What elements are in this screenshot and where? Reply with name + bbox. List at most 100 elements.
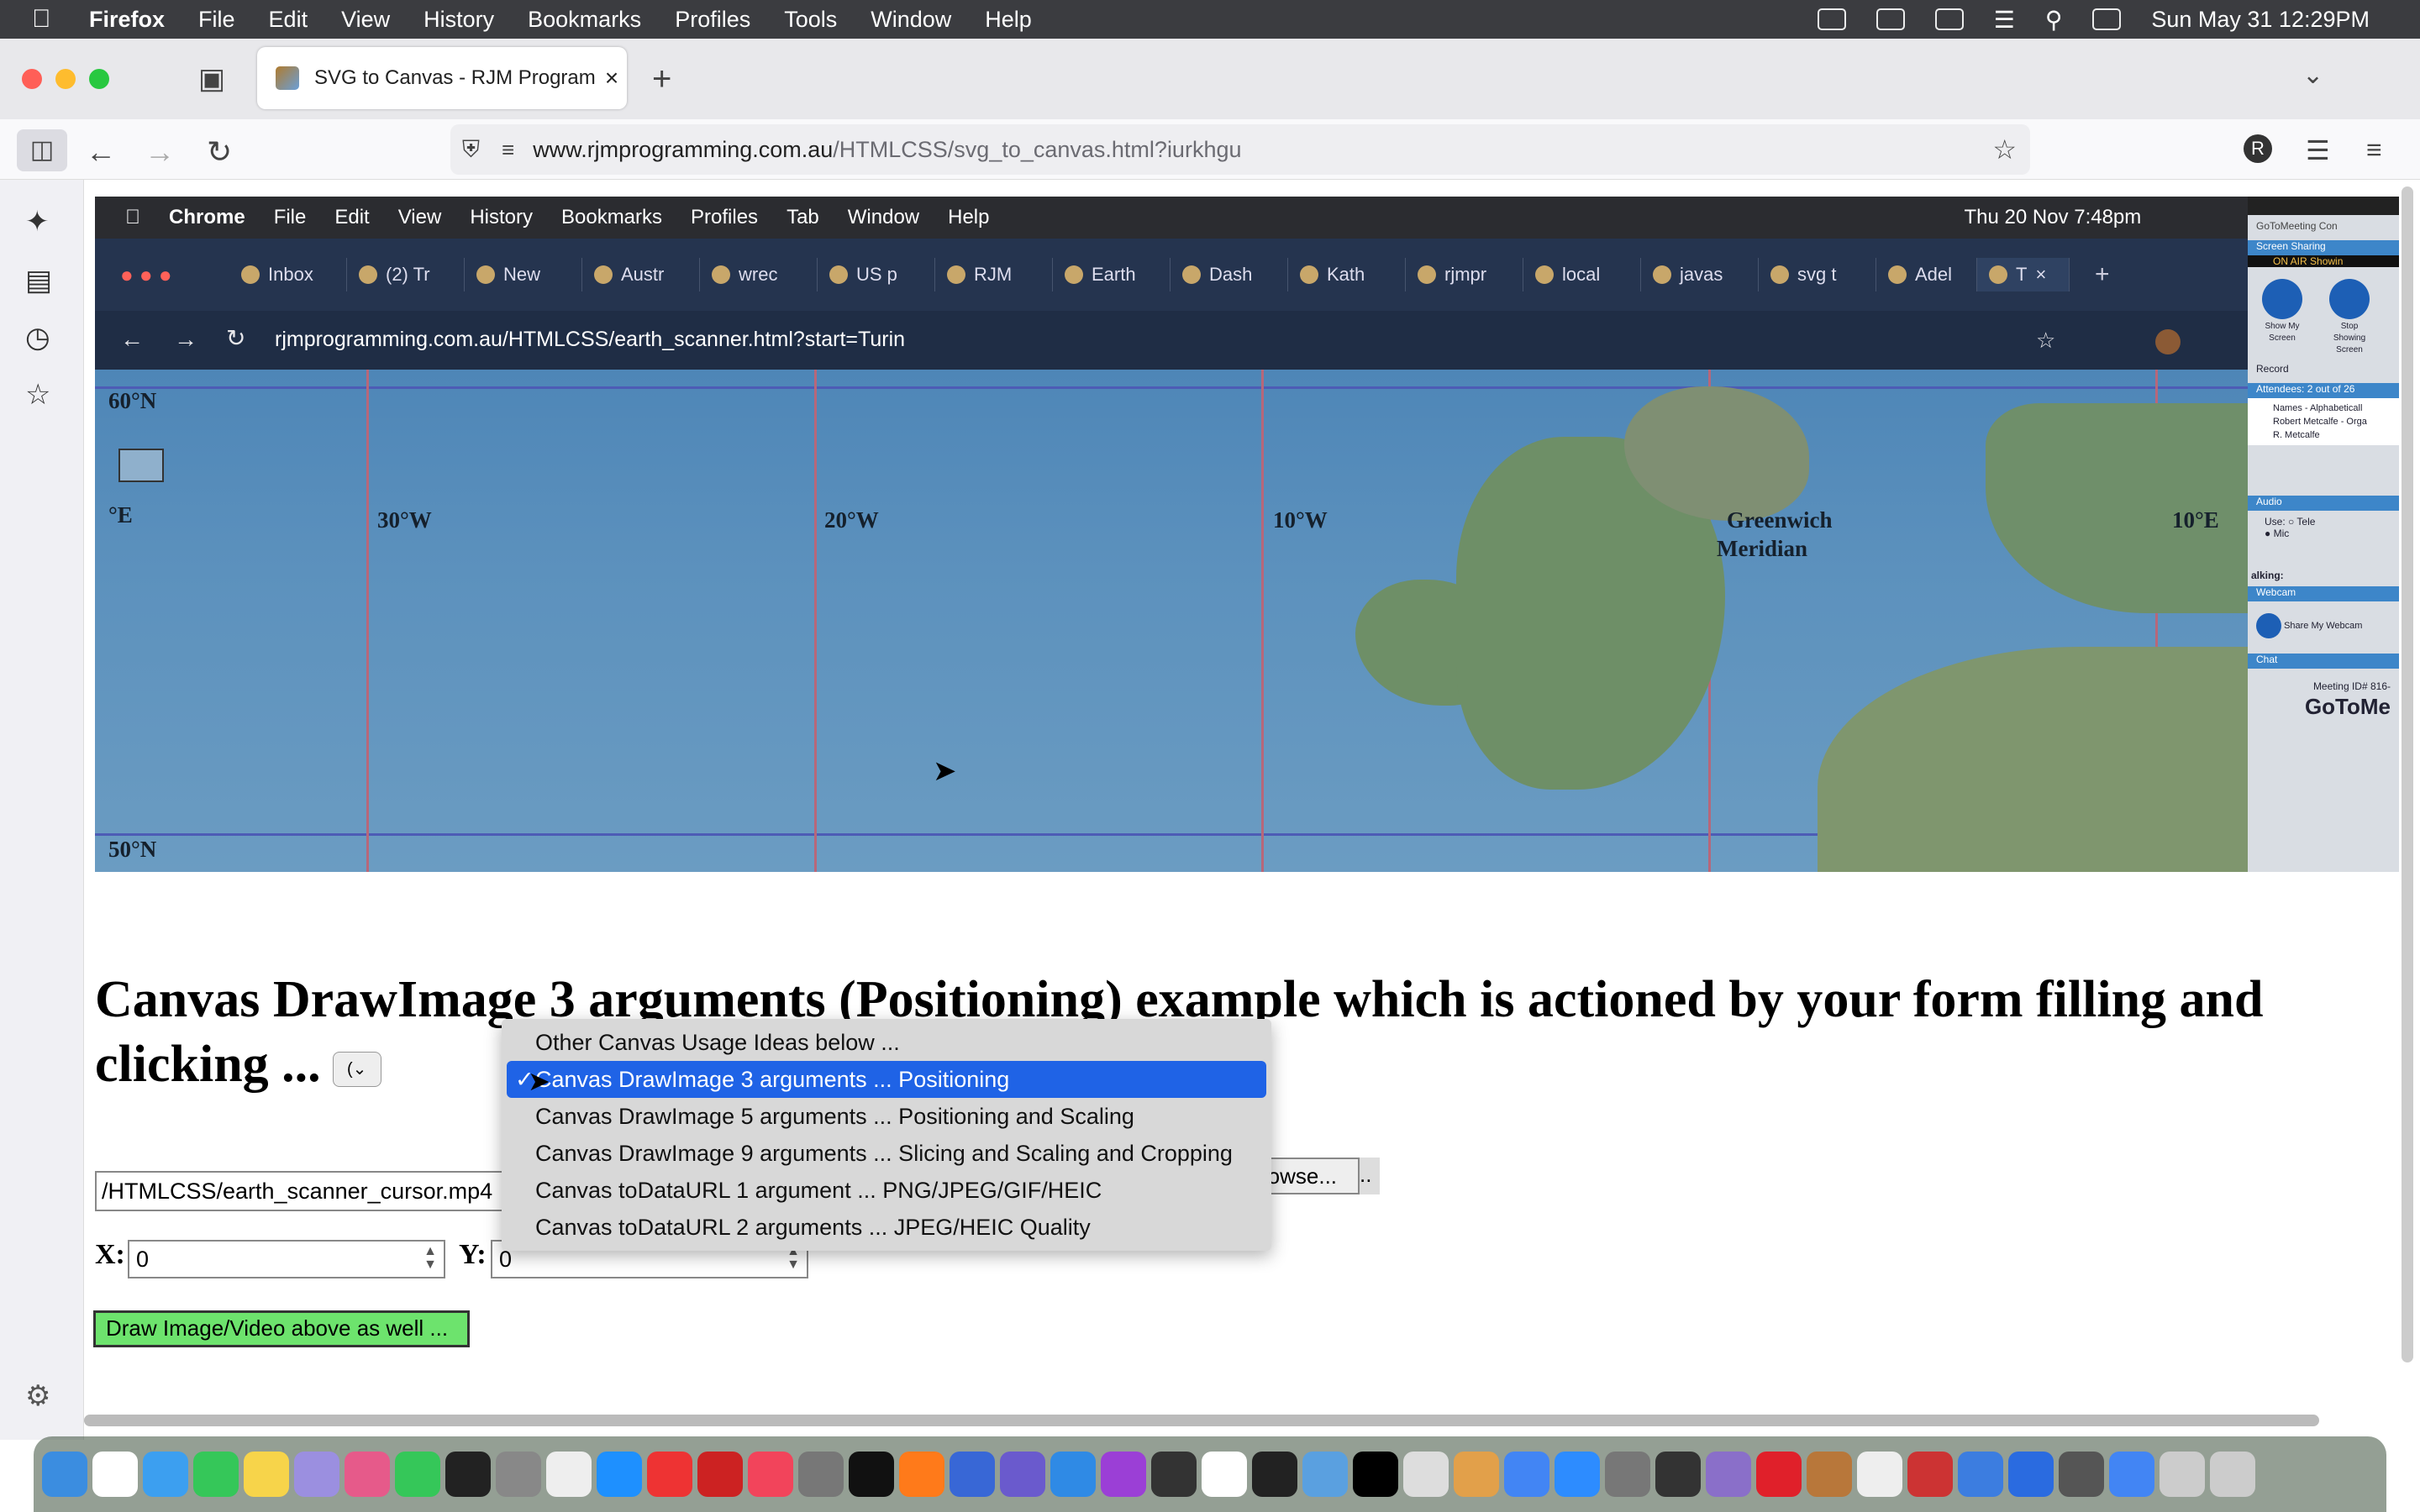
safari-icon[interactable]: [1050, 1452, 1096, 1497]
downloads-stack-icon[interactable]: [2160, 1452, 2205, 1497]
spotlight-search-icon[interactable]: ⚲: [2045, 6, 2063, 34]
profile-avatar[interactable]: R: [2244, 134, 2272, 163]
notes-icon[interactable]: [244, 1452, 289, 1497]
firefox-icon[interactable]: [899, 1452, 944, 1497]
vpn-icon[interactable]: [950, 1452, 995, 1497]
chrome-2-icon[interactable]: [2109, 1452, 2154, 1497]
menu-profiles[interactable]: Profiles: [675, 7, 750, 33]
freeform-icon[interactable]: [345, 1452, 390, 1497]
url-text[interactable]: www.rjmprogramming.com.au/HTMLCSS/svg_to…: [533, 137, 1241, 163]
menubar-clock[interactable]: Sun May 31 12:29PM: [2151, 7, 2370, 33]
chrome-icon[interactable]: [1504, 1452, 1549, 1497]
synced-tabs-icon[interactable]: ▤: [25, 264, 52, 297]
gimp-icon[interactable]: [798, 1452, 844, 1497]
intellij-icon[interactable]: [1353, 1452, 1398, 1497]
terminal-2-icon[interactable]: [1252, 1452, 1297, 1497]
reload-icon[interactable]: ↻: [207, 134, 232, 170]
zoom-window-button[interactable]: [89, 69, 109, 89]
reminders-icon[interactable]: [92, 1452, 138, 1497]
tab-overview-icon[interactable]: ▣: [198, 62, 225, 96]
battery-icon[interactable]: [1934, 8, 1964, 30]
more-button[interactable]: ..: [1360, 1158, 1380, 1194]
mode-select[interactable]: (⌄: [332, 1051, 381, 1087]
trash-icon[interactable]: [2210, 1452, 2255, 1497]
app-menu[interactable]: Firefox: [89, 7, 165, 33]
menu-bookmarks[interactable]: Bookmarks: [528, 7, 641, 33]
terminal-icon[interactable]: [445, 1452, 491, 1497]
news-icon[interactable]: [647, 1452, 692, 1497]
app-store-icon[interactable]: [597, 1452, 642, 1497]
tracking-protection-shield-icon[interactable]: ⛨: [462, 136, 480, 164]
dropdown-option-selected[interactable]: ✓ Canvas DrawImage 3 arguments ... Positi…: [507, 1061, 1266, 1098]
minimize-window-button[interactable]: [55, 69, 76, 89]
finder-icon[interactable]: [42, 1452, 87, 1497]
control-center-icon[interactable]: [2092, 8, 2122, 30]
bbedit-icon[interactable]: [1000, 1452, 1045, 1497]
draw-image-button[interactable]: Draw Image/Video above as well ...: [93, 1310, 470, 1347]
x-number-input[interactable]: 0 ▲ ▼: [128, 1240, 445, 1278]
music-icon[interactable]: [748, 1452, 793, 1497]
app-menu-hamburger-icon[interactable]: ≡: [2366, 134, 2382, 165]
mail-icon[interactable]: [143, 1452, 188, 1497]
back-arrow-icon[interactable]: ←: [86, 134, 116, 170]
tor-icon[interactable]: [1706, 1452, 1751, 1497]
bookmarks-star-icon[interactable]: ☆: [25, 378, 50, 412]
wifi-icon[interactable]: ☰: [1994, 6, 2015, 34]
browse-button[interactable]: rowse...: [1260, 1158, 1360, 1194]
zoom-icon[interactable]: [1555, 1452, 1600, 1497]
dropdown-option[interactable]: Other Canvas Usage Ideas below ...: [502, 1024, 1271, 1061]
console-icon[interactable]: [1151, 1452, 1197, 1497]
podcasts-icon[interactable]: [1101, 1452, 1146, 1497]
opera-icon[interactable]: [1756, 1452, 1802, 1497]
menu-window[interactable]: Window: [871, 7, 951, 33]
mastodon-icon[interactable]: [1857, 1452, 1902, 1497]
menu-tools[interactable]: Tools: [784, 7, 837, 33]
dropdown-option[interactable]: Canvas DrawImage 9 arguments ... Slicing…: [502, 1135, 1271, 1172]
system-settings-icon[interactable]: [1605, 1452, 1650, 1497]
dropdown-option[interactable]: Canvas toDataURL 1 argument ... PNG/JPEG…: [502, 1172, 1271, 1209]
x-stepper-icon[interactable]: ▲ ▼: [424, 1245, 437, 1272]
browser-tab-active[interactable]: SVG to Canvas - RJM Programm ×: [257, 47, 627, 109]
horizontal-scrollbar[interactable]: [84, 1415, 2319, 1426]
apple-tv-icon[interactable]: [849, 1452, 894, 1497]
forward-arrow-icon[interactable]: →: [145, 134, 175, 170]
dropdown-option[interactable]: Canvas DrawImage 5 arguments ... Positio…: [502, 1098, 1271, 1135]
document-icon[interactable]: [1403, 1452, 1449, 1497]
bookmark-star-icon[interactable]: ☆: [1992, 134, 2017, 165]
messages-icon[interactable]: [193, 1452, 239, 1497]
close-tab-icon[interactable]: ×: [597, 65, 627, 92]
menu-view[interactable]: View: [341, 7, 390, 33]
site-permissions-icon[interactable]: ≡: [502, 137, 514, 163]
calendar-icon[interactable]: [1202, 1452, 1247, 1497]
history-clock-icon[interactable]: ◷: [25, 321, 50, 354]
canvas-usage-dropdown[interactable]: Other Canvas Usage Ideas below ... ✓ Canv…: [502, 1019, 1271, 1251]
calculator-icon[interactable]: [496, 1452, 541, 1497]
file-path-input[interactable]: /HTMLCSS/earth_scanner_cursor.mp4: [95, 1171, 507, 1211]
extensions-puzzle-icon[interactable]: ☰: [2306, 134, 2330, 166]
customize-sidebar-gear-icon[interactable]: ⚙: [25, 1379, 50, 1413]
launchpad-icon[interactable]: [294, 1452, 339, 1497]
apple-menu-icon[interactable]: : [32, 5, 66, 34]
filezilla-icon[interactable]: [697, 1452, 743, 1497]
compass-icon[interactable]: [1907, 1452, 1953, 1497]
close-window-button[interactable]: [22, 69, 42, 89]
facetime-icon[interactable]: [395, 1452, 440, 1497]
vertical-scrollbar[interactable]: [2402, 186, 2413, 1362]
url-bar[interactable]: ⛨ ≡ www.rjmprogramming.com.au/HTMLCSS/sv…: [450, 124, 2030, 175]
dropdown-option[interactable]: Canvas toDataURL 2 arguments ... JPEG/HE…: [502, 1209, 1271, 1246]
menu-file[interactable]: File: [198, 7, 235, 33]
archive-icon[interactable]: [1807, 1452, 1852, 1497]
menu-help[interactable]: Help: [985, 7, 1032, 33]
screenshot-icon[interactable]: [2059, 1452, 2104, 1497]
inkscape-icon[interactable]: [1655, 1452, 1701, 1497]
keyboard-icon[interactable]: [1876, 8, 1905, 30]
paint-icon[interactable]: [1454, 1452, 1499, 1497]
status-app-icon[interactable]: [1817, 8, 1846, 30]
textedit-icon[interactable]: [546, 1452, 592, 1497]
new-tab-button[interactable]: +: [652, 60, 671, 98]
list-all-tabs-chevron-icon[interactable]: ⌄: [2302, 60, 2323, 90]
menu-history[interactable]: History: [424, 7, 494, 33]
xcode-icon[interactable]: [1958, 1452, 2003, 1497]
transmit-icon[interactable]: [2008, 1452, 2054, 1497]
ai-chatbot-sparkle-icon[interactable]: ✦: [25, 205, 50, 239]
